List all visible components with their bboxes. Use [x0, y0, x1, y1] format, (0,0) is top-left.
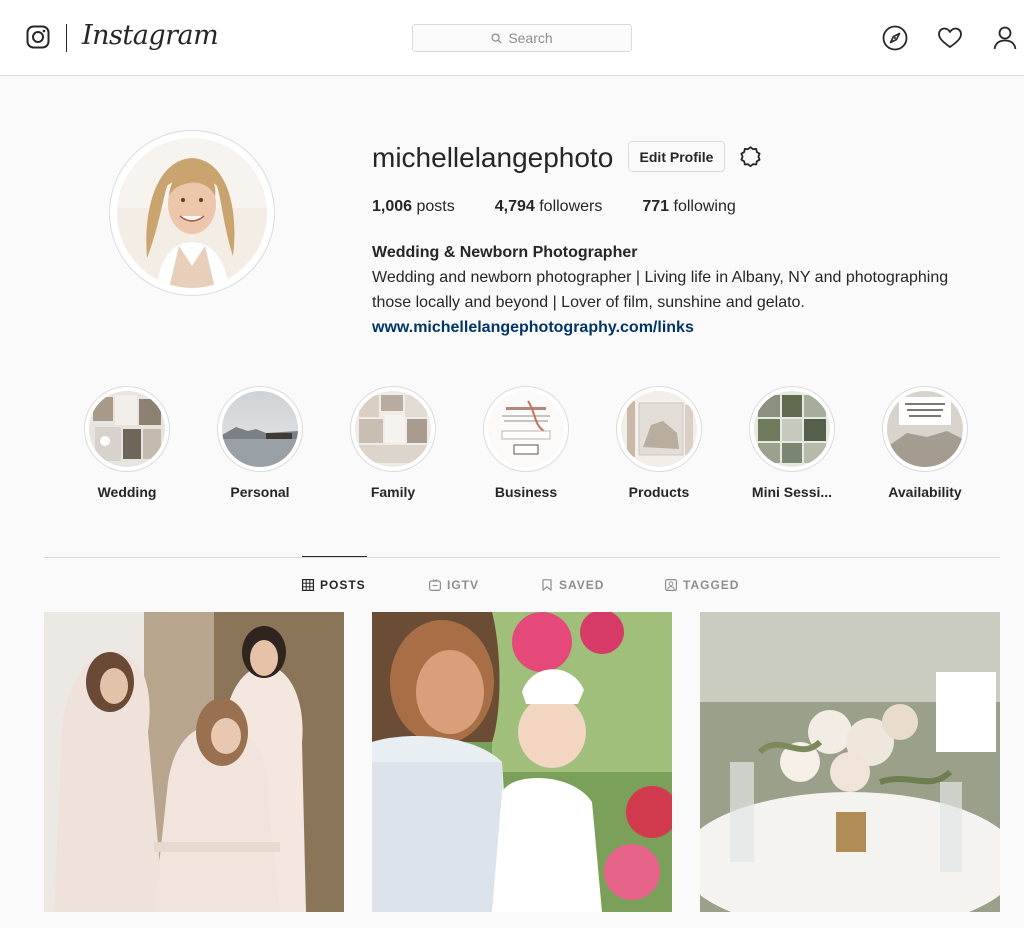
following-count: 771	[642, 198, 670, 215]
followers-label: followers	[534, 198, 603, 215]
highlight-personal[interactable]: Personal	[210, 386, 310, 500]
highlight-ring	[217, 386, 303, 472]
highlight-cover-image	[887, 391, 963, 467]
bio-line-1: Wedding and newborn photographer | Livin…	[372, 269, 949, 286]
highlight-label: Business	[494, 484, 558, 500]
tagged-user-icon	[665, 579, 677, 591]
profile-icon[interactable]	[992, 25, 1018, 51]
tab-igtv[interactable]: IGTV	[429, 578, 479, 592]
highlight-family[interactable]: Family	[343, 386, 443, 500]
search-input[interactable]: Search	[412, 24, 632, 52]
highlight-ring	[749, 386, 835, 472]
grid-icon	[302, 579, 314, 591]
top-nav-bar: Instagram Search	[0, 0, 1024, 76]
edit-profile-button[interactable]: Edit Profile	[628, 141, 725, 172]
followers-count: 4,794	[494, 198, 535, 215]
highlight-products[interactable]: Products	[609, 386, 709, 500]
post-thumbnail[interactable]	[700, 612, 1000, 912]
highlight-cover-image	[89, 391, 165, 467]
following-label: following	[669, 198, 736, 215]
highlight-availability[interactable]: Availability	[875, 386, 975, 500]
highlight-ring	[350, 386, 436, 472]
highlight-wedding[interactable]: Wedding	[77, 386, 177, 500]
tab-label: IGTV	[447, 578, 480, 592]
search-placeholder: Search	[508, 30, 553, 46]
stat-followers[interactable]: 4,794 followers	[495, 198, 603, 216]
stat-posts: 1,006 posts	[372, 198, 455, 216]
highlight-label: Mini Sessi...	[751, 484, 833, 500]
post-thumbnail[interactable]	[44, 612, 344, 912]
highlight-label: Family	[370, 484, 416, 500]
tab-label: POSTS	[320, 578, 366, 592]
highlight-cover-image	[355, 391, 431, 467]
bio-line-2: those locally and beyond | Lover of film…	[372, 294, 805, 311]
tab-label: SAVED	[559, 578, 605, 592]
tab-posts[interactable]: POSTS	[302, 578, 366, 592]
avatar	[117, 138, 267, 288]
posts-label: posts	[412, 198, 455, 215]
profile-stats: 1,006 posts 4,794 followers 771 followin…	[372, 198, 776, 216]
highlight-cover-image	[488, 391, 564, 467]
highlight-label: Wedding	[97, 484, 157, 500]
profile-bio: Wedding & Newborn Photographer Wedding a…	[372, 240, 992, 340]
tab-label: TAGGED	[683, 578, 740, 592]
highlight-label: Personal	[230, 484, 290, 500]
profile-full-name: Wedding & Newborn Photographer	[372, 244, 638, 261]
highlight-ring	[882, 386, 968, 472]
posts-count: 1,006	[372, 198, 413, 215]
active-tab-indicator	[302, 556, 367, 557]
stat-following[interactable]: 771 following	[642, 198, 735, 216]
explore-compass-icon[interactable]	[882, 25, 908, 51]
profile-website-link[interactable]: www.michellelangephotography.com/links	[372, 315, 992, 340]
bookmark-icon	[542, 579, 552, 591]
post-thumbnail[interactable]	[372, 612, 672, 912]
tab-saved[interactable]: SAVED	[541, 578, 604, 592]
highlight-ring	[84, 386, 170, 472]
highlight-ring	[616, 386, 702, 472]
highlight-business[interactable]: Business	[476, 386, 576, 500]
highlight-cover-image	[222, 391, 298, 467]
highlight-cover-image	[754, 391, 830, 467]
highlight-label: Products	[628, 484, 690, 500]
instagram-glyph-icon[interactable]	[26, 25, 50, 49]
settings-gear-icon[interactable]	[737, 143, 764, 170]
igtv-icon	[429, 579, 441, 591]
profile-avatar-ring[interactable]	[109, 130, 275, 296]
highlight-label: Availability	[888, 484, 962, 500]
tabs-divider	[44, 557, 1000, 558]
profile-username: michellelangephoto	[372, 142, 614, 173]
highlight-cover-image	[621, 391, 697, 467]
instagram-wordmark[interactable]: Instagram	[82, 20, 219, 51]
highlight-ring	[483, 386, 569, 472]
search-icon	[491, 32, 502, 44]
logo-divider	[66, 24, 67, 52]
tab-tagged[interactable]: TAGGED	[665, 578, 739, 592]
highlight-mini-sessions[interactable]: Mini Sessi...	[742, 386, 842, 500]
heart-icon[interactable]	[937, 25, 963, 51]
